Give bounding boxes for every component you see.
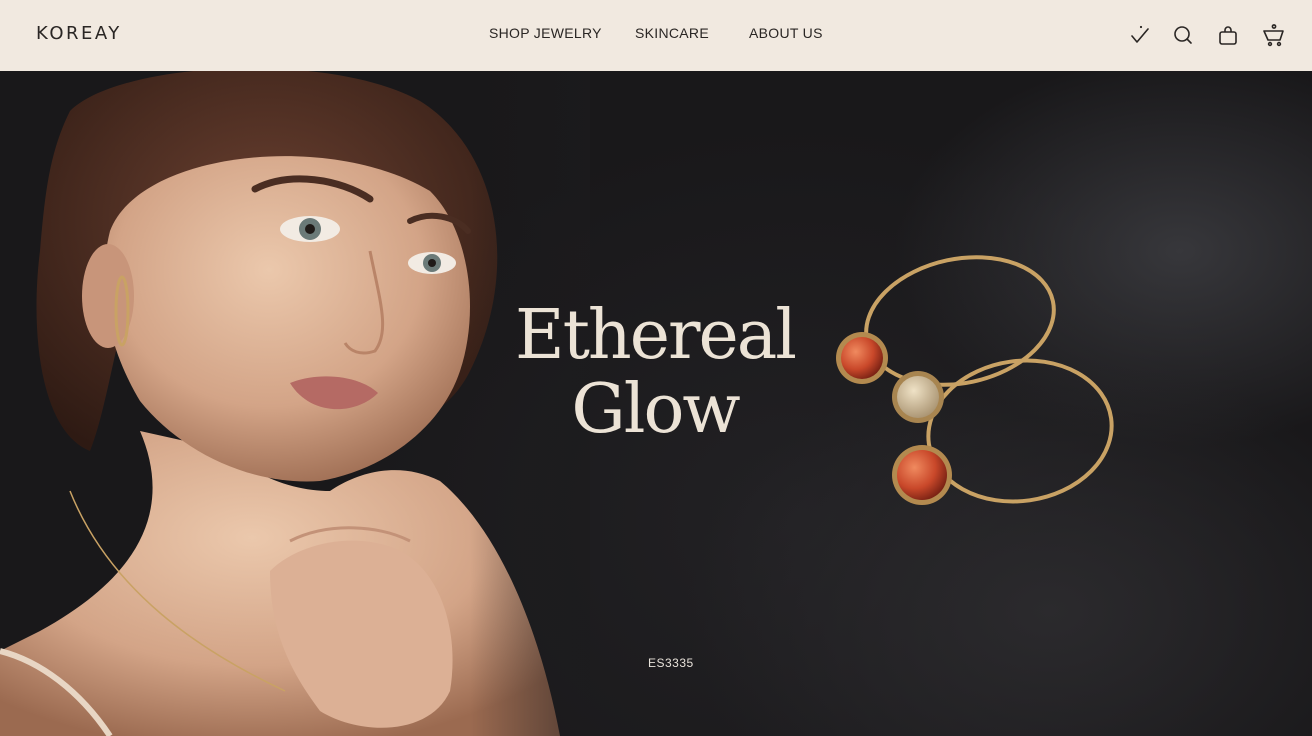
cart-icon[interactable] [1261,22,1287,48]
header-icons [0,22,1312,48]
search-icon[interactable] [1170,22,1196,48]
hero-code-label: ES3335 [648,656,694,670]
headline-line-1: Ethereal [514,296,797,375]
wishlist-icon[interactable] [1127,22,1153,48]
headline-line-2: Glow [571,370,740,449]
hero-banner: Ethereal Glow ES3335 [0,71,1312,736]
bag-icon[interactable] [1215,22,1241,48]
top-navigation-bar: KOREAY SHOP JEWELRY SKINCARE ABOUT US [0,0,1312,71]
hero-headline: Ethereal Glow [480,299,830,447]
